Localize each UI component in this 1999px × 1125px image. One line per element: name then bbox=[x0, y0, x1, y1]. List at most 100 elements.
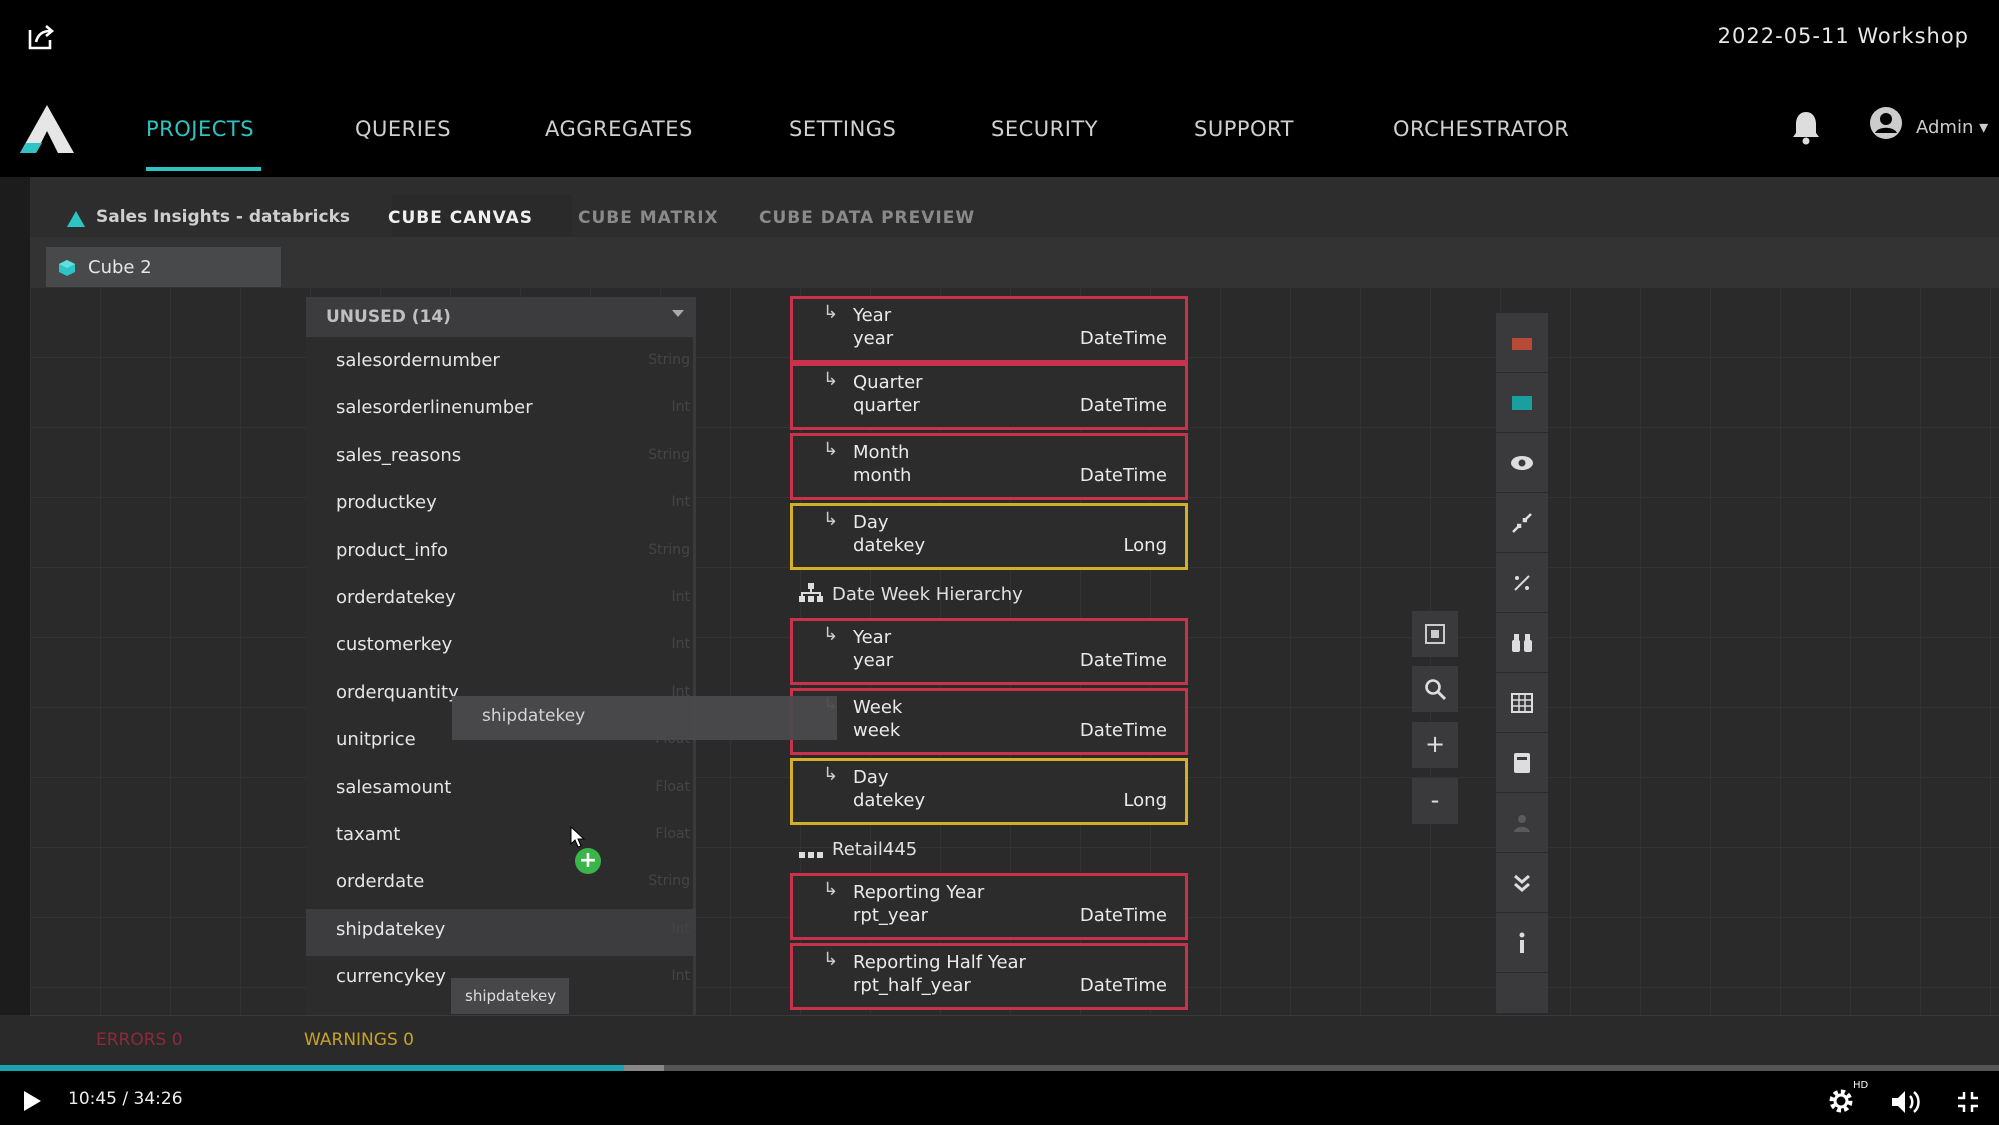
field-name: orderdate bbox=[336, 871, 425, 893]
unused-field-row[interactable]: sales_reasons String bbox=[306, 435, 696, 482]
chevron-down-icon[interactable] bbox=[672, 310, 684, 317]
table-icon bbox=[1511, 693, 1533, 713]
hierarchy-level-node[interactable]: ↳ Year year DateTime bbox=[790, 296, 1188, 363]
cube-name: Cube 2 bbox=[88, 257, 152, 278]
hierarchy-level-node[interactable]: ↳ Quarter quarter DateTime bbox=[790, 363, 1188, 430]
cube-icon bbox=[59, 260, 75, 276]
volume-icon[interactable] bbox=[1890, 1088, 1924, 1116]
drag-tooltip: shipdatekey bbox=[451, 978, 569, 1014]
unused-field-row[interactable]: salesorderlinenumber Int bbox=[306, 387, 696, 434]
hierarchy-icon bbox=[799, 583, 823, 602]
errors-count[interactable]: ERRORS 0 bbox=[96, 1030, 183, 1050]
toolbar-preview-button[interactable] bbox=[1496, 433, 1548, 493]
unused-field-row[interactable]: shipdatekey Int bbox=[306, 908, 696, 957]
nav-security[interactable]: SECURITY bbox=[991, 117, 1098, 141]
nav-settings[interactable]: SETTINGS bbox=[789, 117, 896, 141]
toolbar-percent-button[interactable] bbox=[1496, 553, 1548, 613]
hierarchy-level-node[interactable]: ↳WeekweekDateTime bbox=[790, 688, 1188, 755]
hierarchy-level-node[interactable]: ↳ Day datekey Long bbox=[790, 503, 1188, 570]
field-name: product_info bbox=[336, 539, 448, 561]
user-menu[interactable]: Admin ▾ bbox=[1916, 117, 1988, 138]
level-column: datekey bbox=[853, 535, 926, 556]
warnings-count[interactable]: WARNINGS 0 bbox=[304, 1030, 414, 1050]
level-type: DateTime bbox=[1079, 905, 1167, 926]
unused-title: UNUSED (14) bbox=[326, 307, 451, 327]
logo-icon bbox=[20, 105, 74, 153]
toolbar-dimension-button[interactable] bbox=[1496, 313, 1548, 373]
level-title: Reporting Half Year bbox=[853, 952, 1026, 973]
nav-support[interactable]: SUPPORT bbox=[1194, 117, 1294, 141]
unused-field-row[interactable]: orderdate String bbox=[306, 861, 696, 908]
field-name: taxamt bbox=[336, 823, 401, 845]
unused-field-row[interactable]: productkey Int bbox=[306, 482, 696, 529]
unused-field-row[interactable]: customerkey Int bbox=[306, 624, 696, 671]
hierarchy-icon bbox=[799, 852, 823, 858]
zoom-in-button[interactable]: + bbox=[1412, 722, 1458, 768]
nav-orchestrator[interactable]: ORCHESTRATOR bbox=[1393, 117, 1569, 141]
tab-cube-matrix[interactable]: CUBE MATRIX bbox=[578, 208, 719, 228]
hierarchy-level-node[interactable]: ↳ Reporting Half Year rpt_half_year DateTim… bbox=[790, 943, 1188, 1010]
hierarchy-date-week-label[interactable]: Date Week Hierarchy bbox=[832, 584, 1023, 605]
field-name: unitprice bbox=[336, 729, 416, 751]
unused-field-row[interactable]: product_info String bbox=[306, 530, 696, 577]
unused-field-row[interactable]: salesordernumber String bbox=[306, 340, 696, 387]
field-type: Int bbox=[671, 636, 691, 653]
nav-projects[interactable]: PROJECTS bbox=[146, 117, 254, 141]
toolbar-info-button[interactable] bbox=[1496, 913, 1548, 973]
unused-field-row[interactable]: taxamt Float bbox=[306, 814, 696, 861]
settings-gear-icon[interactable] bbox=[1826, 1086, 1856, 1116]
cube-chip[interactable]: Cube 2 bbox=[46, 247, 281, 289]
level-column: rpt_year bbox=[853, 905, 929, 926]
hierarchy-level-node[interactable]: ↳ Reporting Year rpt_year DateTime bbox=[790, 873, 1188, 940]
level-column: rpt_half_year bbox=[853, 975, 971, 996]
hierarchy-level-node[interactable]: ↳ Year year DateTime bbox=[790, 618, 1188, 685]
toolbar-expand-all-button[interactable] bbox=[1496, 853, 1548, 913]
field-name: orderquantity bbox=[336, 681, 459, 703]
eye-icon bbox=[1511, 456, 1533, 470]
left-collapse-rail[interactable] bbox=[0, 177, 30, 1015]
unused-field-row[interactable]: salesamount Float bbox=[306, 767, 696, 814]
hierarchy-level-node[interactable]: ↳ Day datekey Long bbox=[790, 758, 1188, 825]
field-type: String bbox=[648, 446, 690, 463]
hierarchy-level-node[interactable]: ↳ Month month DateTime bbox=[790, 433, 1188, 500]
field-type: Int bbox=[671, 968, 691, 985]
video-progress-bar[interactable] bbox=[0, 1065, 1999, 1071]
user-avatar-icon[interactable] bbox=[1868, 105, 1904, 141]
child-arrow-icon: ↳ bbox=[823, 624, 839, 645]
field-type: Int bbox=[671, 588, 691, 605]
unused-header[interactable]: UNUSED (14) bbox=[306, 297, 696, 337]
nav-queries[interactable]: QUERIES bbox=[355, 117, 451, 141]
tab-cube-canvas[interactable]: CUBE CANVAS bbox=[388, 208, 533, 228]
field-name: currencykey bbox=[336, 966, 446, 988]
field-name: customerkey bbox=[336, 634, 453, 656]
search-button[interactable] bbox=[1412, 666, 1458, 712]
field-name: orderdatekey bbox=[336, 586, 456, 608]
mouse-cursor-icon bbox=[570, 826, 586, 848]
toolbar-book-button[interactable] bbox=[1496, 733, 1548, 793]
bell-icon[interactable] bbox=[1790, 109, 1822, 145]
fit-to-screen-button[interactable] bbox=[1412, 611, 1458, 657]
unused-field-row[interactable]: orderdatekey Int bbox=[306, 577, 696, 624]
toolbar-table-button[interactable] bbox=[1496, 673, 1548, 733]
toolbar-user-button[interactable] bbox=[1496, 793, 1548, 853]
add-plus-icon: + bbox=[575, 848, 601, 874]
field-name: productkey bbox=[336, 492, 437, 514]
tab-cube-data-preview[interactable]: CUBE DATA PREVIEW bbox=[759, 208, 975, 228]
level-title: Year bbox=[853, 305, 892, 326]
share-icon[interactable] bbox=[26, 22, 56, 52]
project-breadcrumb[interactable]: Sales Insights - databricks bbox=[96, 207, 350, 227]
field-type: Float bbox=[655, 825, 690, 842]
toolbar-binoculars-button[interactable] bbox=[1496, 613, 1548, 673]
zoom-out-button[interactable]: - bbox=[1412, 778, 1458, 824]
level-type: DateTime bbox=[1079, 395, 1167, 416]
fit-screen-icon bbox=[1425, 624, 1445, 644]
unused-fields-list: salesordernumber String salesorderlinenumb… bbox=[306, 340, 696, 1003]
hierarchy-retail445-label[interactable]: Retail445 bbox=[832, 839, 917, 860]
toolbar-collapse-button[interactable] bbox=[1496, 493, 1548, 553]
child-arrow-icon: ↳ bbox=[823, 764, 839, 785]
play-icon[interactable] bbox=[22, 1090, 42, 1112]
exit-fullscreen-icon[interactable] bbox=[1956, 1090, 1980, 1114]
main-nav: PROJECTS QUERIES AGGREGATES SETTINGS SEC… bbox=[0, 75, 1999, 177]
toolbar-cube-button[interactable] bbox=[1496, 373, 1548, 433]
nav-aggregates[interactable]: AGGREGATES bbox=[545, 117, 693, 141]
